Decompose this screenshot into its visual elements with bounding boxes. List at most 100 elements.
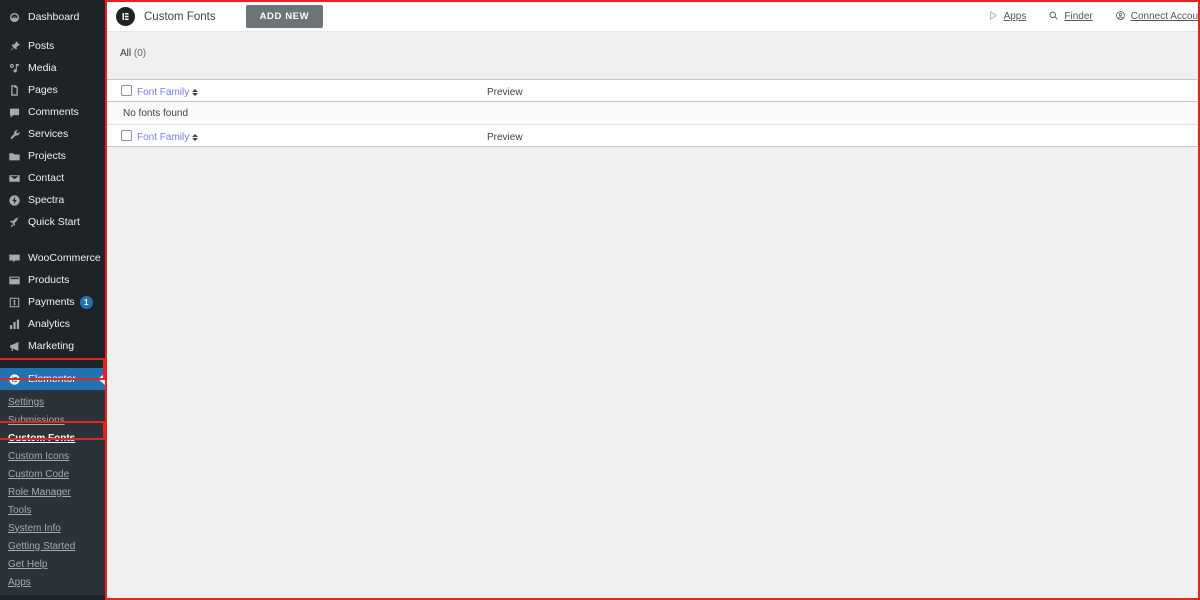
select-all-checkbox-footer[interactable] — [121, 130, 132, 141]
folder-icon — [7, 149, 22, 164]
elementor-logo-icon[interactable] — [116, 7, 135, 26]
submenu-item-apps[interactable]: Apps — [0, 573, 105, 591]
sidebar-item-posts[interactable]: Posts — [0, 35, 105, 57]
sidebar-item-label: Media — [28, 61, 57, 74]
apps-icon — [988, 10, 999, 24]
sort-font-family-link-footer[interactable]: Font Family — [137, 131, 199, 143]
list-table-container: All (0) Font Family Preview No fonts fou… — [107, 32, 1198, 147]
topbar-link-finder[interactable]: Finder — [1048, 10, 1093, 24]
products-icon — [7, 273, 22, 288]
submenu-item-custom-fonts[interactable]: Custom Fonts — [0, 429, 105, 447]
submenu-item-get-help[interactable]: Get Help — [0, 555, 105, 573]
spectra-icon — [7, 193, 22, 208]
submenu-item-system-info[interactable]: System Info — [0, 519, 105, 537]
submenu-item-getting-started[interactable]: Getting Started — [0, 537, 105, 555]
current-arrow-icon — [98, 373, 105, 385]
sidebar-item-label: Quick Start — [28, 215, 80, 228]
sidebar-item-media[interactable]: Media — [0, 57, 105, 79]
sidebar-item-label: Analytics — [28, 317, 71, 330]
fonts-list-table: Font Family Preview No fonts found Font … — [107, 79, 1197, 147]
sidebar-item-analytics[interactable]: Analytics — [0, 313, 105, 335]
megaphone-icon — [7, 339, 22, 354]
column-footer-label: Font Family — [137, 131, 190, 143]
column-header-label: Font Family — [137, 86, 190, 98]
sort-font-family-link[interactable]: Font Family — [137, 86, 199, 98]
sidebar-item-label: Services — [28, 127, 69, 140]
column-footer-font-family: Font Family — [137, 124, 487, 147]
sidebar-item-label: Dashboard — [28, 10, 80, 23]
page-title: Custom Fonts — [144, 10, 216, 23]
submenu-item-settings[interactable]: Settings — [0, 393, 105, 411]
topbar-link-label: Connect Accou — [1130, 11, 1198, 22]
no-items-row: No fonts found — [107, 101, 1197, 125]
woocommerce-icon — [7, 251, 22, 266]
sidebar-item-elementor[interactable]: Elementor — [0, 368, 105, 390]
sidebar-item-comments[interactable]: Comments — [0, 101, 105, 123]
column-header-font-family: Font Family — [137, 79, 487, 102]
elementor-icon — [7, 372, 22, 387]
wordpress-admin-screen: Dashboard Posts Media Pages Comments Ser… — [0, 0, 1200, 600]
sidebar-item-woocommerce[interactable]: WooCommerce — [0, 247, 105, 269]
elementor-submenu: Settings Submissions Custom Fonts Custom… — [0, 390, 105, 595]
select-all-checkbox[interactable] — [121, 85, 132, 96]
topbar-link-label: Apps — [1003, 11, 1027, 22]
pin-icon — [7, 39, 22, 54]
sidebar-item-label: Pages — [28, 83, 58, 96]
sidebar-item-label: Payments — [28, 295, 75, 308]
analytics-icon — [7, 317, 22, 332]
envelope-icon — [7, 171, 22, 186]
sidebar-item-projects[interactable]: Projects — [0, 145, 105, 167]
select-all-footer-header — [107, 124, 137, 147]
sidebar-item-label: WooCommerce — [28, 251, 101, 264]
sidebar-item-services[interactable]: Services — [0, 123, 105, 145]
column-footer-label: Preview — [487, 131, 523, 143]
add-new-button[interactable]: ADD NEW — [245, 5, 324, 28]
sidebar-item-marketing[interactable]: Marketing — [0, 335, 105, 357]
topbar-link-connect-account[interactable]: Connect Accou — [1115, 10, 1198, 24]
main-content-area: Custom Fonts ADD NEW Apps Finder Connect… — [105, 0, 1200, 600]
elementor-top-bar: Custom Fonts ADD NEW Apps Finder Connect… — [107, 2, 1198, 32]
topbar-link-apps[interactable]: Apps — [988, 10, 1027, 24]
sidebar-item-quick-start[interactable]: Quick Start — [0, 211, 105, 233]
sidebar-item-contact[interactable]: Contact — [0, 167, 105, 189]
filter-links: All (0) — [107, 32, 1198, 59]
no-items-message: No fonts found — [107, 101, 1197, 125]
dashboard-icon — [7, 10, 22, 25]
table-footer-row: Font Family Preview — [107, 124, 1197, 147]
column-header-preview: Preview — [487, 79, 1197, 102]
sidebar-item-label: Spectra — [28, 193, 65, 206]
rocket-icon — [7, 215, 22, 230]
sidebar-item-spectra[interactable]: Spectra — [0, 189, 105, 211]
sort-arrows-icon — [192, 133, 199, 141]
table-head: Font Family Preview — [107, 79, 1197, 102]
table-body: No fonts found — [107, 101, 1197, 125]
sidebar-item-label: Contact — [28, 171, 65, 184]
submenu-item-tools[interactable]: Tools — [0, 501, 105, 519]
filter-link-all[interactable]: All (0) — [120, 48, 146, 59]
sidebar-item-label: Elementor — [28, 372, 76, 385]
sidebar-item-label: Comments — [28, 105, 79, 118]
account-icon — [1115, 10, 1126, 24]
sidebar-separator — [0, 233, 105, 240]
filter-link-all-label: All — [120, 48, 132, 59]
sidebar-item-pages[interactable]: Pages — [0, 79, 105, 101]
payments-badge: 1 — [79, 295, 93, 309]
sidebar-item-products[interactable]: Products — [0, 269, 105, 291]
sidebar-item-label: Projects — [28, 149, 66, 162]
sidebar-separator — [0, 28, 105, 35]
submenu-item-custom-icons[interactable]: Custom Icons — [0, 447, 105, 465]
submenu-item-submissions[interactable]: Submissions — [0, 411, 105, 429]
sidebar-item-label: Products — [28, 273, 70, 286]
sidebar-separator — [0, 357, 105, 364]
column-footer-preview: Preview — [487, 124, 1197, 147]
sidebar-item-dashboard[interactable]: Dashboard — [0, 6, 105, 28]
topbar-link-label: Finder — [1064, 11, 1093, 22]
sidebar-item-label: Posts — [28, 39, 55, 52]
media-icon — [7, 61, 22, 76]
submenu-item-custom-code[interactable]: Custom Code — [0, 465, 105, 483]
sort-arrows-icon — [192, 88, 199, 96]
table-foot: Font Family Preview — [107, 124, 1197, 147]
sidebar-item-payments[interactable]: Payments 1 — [0, 291, 105, 313]
submenu-item-role-manager[interactable]: Role Manager — [0, 483, 105, 501]
search-icon — [1048, 10, 1059, 24]
